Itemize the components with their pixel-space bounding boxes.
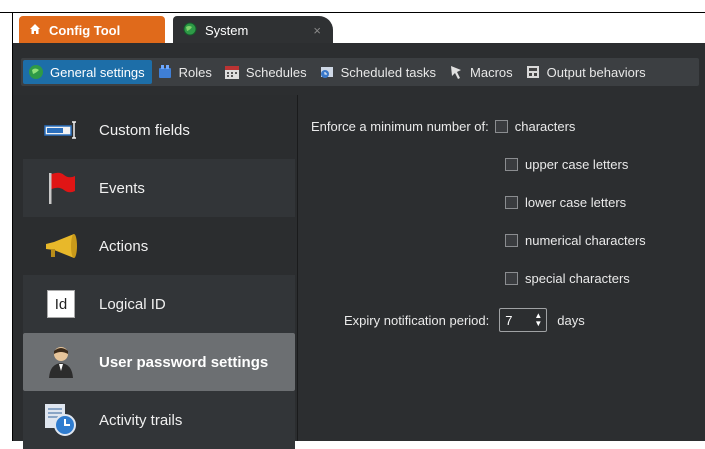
sidebar-item-label: User password settings [99,353,269,371]
sidebar-item-activity-trails[interactable]: Activity trails [23,391,295,449]
megaphone-icon [43,228,79,264]
toolbar-item-label: Macros [470,64,513,80]
toolbar-item-general-settings[interactable]: General settings [23,60,152,84]
globe-icon [183,22,197,39]
numerical-checkbox[interactable] [505,234,518,247]
sidebar-item-actions[interactable]: Actions [23,217,295,275]
toolbar: General settings Roles Schedules Schedul… [13,43,705,95]
sidebar: Custom fields Events Actions Id Logical … [13,95,298,449]
toolbar-item-label: Schedules [245,64,307,80]
sidebar-item-user-password-settings[interactable]: User password settings [23,333,295,391]
expiry-period-stepper[interactable]: 7 ▲ ▼ [499,308,548,332]
lower-case-row: lower case letters [505,195,626,210]
user-icon [43,344,79,380]
toolbar-item-macros[interactable]: Macros [443,60,520,84]
expiry-value: 7 [505,312,513,328]
toolbar-items: General settings Roles Schedules Schedul… [21,58,699,86]
sidebar-item-label: Logical ID [99,295,166,313]
expiry-row: Expiry notification period: 7 ▲ ▼ days [344,308,585,332]
characters-checkbox[interactable] [494,120,508,133]
lower-case-label: lower case letters [525,195,627,210]
close-icon[interactable]: × [313,23,321,38]
upper-case-label: upper case letters [525,157,629,172]
custom-fields-icon [43,112,79,148]
sidebar-item-label: Custom fields [99,121,190,139]
sidebar-item-logical-id[interactable]: Id Logical ID [23,275,295,333]
toolbar-item-output-behaviors[interactable]: Output behaviors [520,60,653,84]
toolbar-item-roles[interactable]: Roles [152,60,219,84]
toolbar-item-scheduled-tasks[interactable]: Scheduled tasks [314,60,443,84]
toolbar-item-label: General settings [50,64,145,80]
stepper-arrows-icon[interactable]: ▲ ▼ [534,312,542,328]
toolbar-item-label: Roles [178,64,212,80]
numerical-row: numerical characters [505,233,646,248]
characters-label: characters [514,119,576,134]
upper-case-checkbox[interactable] [505,158,518,171]
special-label: special characters [525,271,630,286]
id-icon: Id [43,286,79,322]
numerical-label: numerical characters [525,233,646,248]
sidebar-item-label: Events [99,179,145,197]
tab-config-tool[interactable]: Config Tool [19,16,165,44]
upper-case-row: upper case letters [505,157,628,172]
output-behavior-icon [525,64,541,80]
sidebar-item-custom-fields[interactable]: Custom fields [23,101,295,159]
scheduled-task-icon [319,64,335,80]
id-icon-text: Id [47,290,75,318]
app-window: Config Tool System × General settings Ro [0,0,705,449]
enforce-row: Enforce a minimum number of: characters [311,119,575,134]
globe-icon [28,64,44,80]
roles-icon [157,64,173,80]
tab-system[interactable]: System × [173,16,333,44]
expiry-unit: days [557,312,585,328]
special-row: special characters [505,271,630,286]
toolbar-item-schedules[interactable]: Schedules [219,60,314,84]
special-checkbox[interactable] [505,272,518,285]
toolbar-item-label: Output behaviors [546,64,646,80]
lower-case-checkbox[interactable] [505,196,518,209]
calendar-icon [224,64,240,80]
tab-config-tool-label: Config Tool [49,22,121,38]
home-icon [29,23,41,38]
enforce-label: Enforce a minimum number of: [311,119,489,134]
flag-icon [43,170,79,206]
toolbar-item-label: Scheduled tasks [340,64,437,80]
sidebar-item-label: Actions [99,237,149,255]
password-settings-panel: Enforce a minimum number of: characters … [298,95,705,441]
expiry-label: Expiry notification period: [344,312,490,328]
macro-icon [448,64,464,80]
sidebar-item-label: Activity trails [99,411,183,429]
tab-bar: Config Tool System × [13,13,705,44]
tab-system-label: System [205,22,249,38]
activity-trails-icon [43,402,79,438]
sidebar-item-events[interactable]: Events [23,159,295,217]
